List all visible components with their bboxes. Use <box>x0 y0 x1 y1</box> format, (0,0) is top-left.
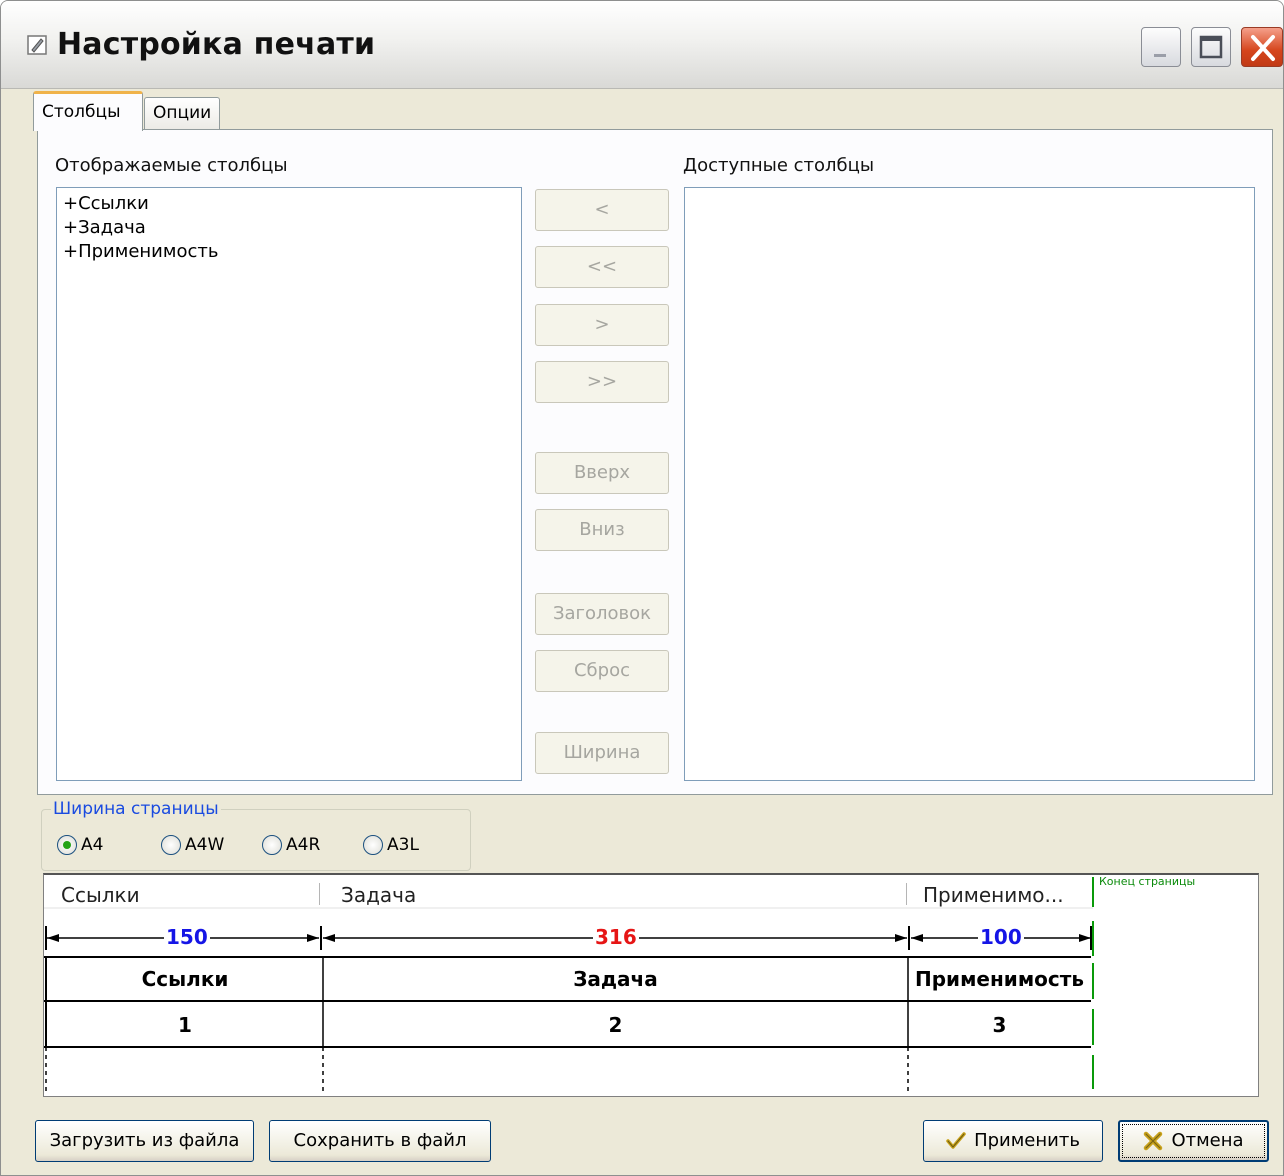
table-cell: 2 <box>608 1013 623 1037</box>
x-icon <box>1144 1131 1163 1151</box>
print-settings-dialog: Настройка печати Столбцы Опции Отображае… <box>0 0 1284 1176</box>
load-from-file-label: Загрузить из файла <box>49 1130 240 1151</box>
table-cell: 1 <box>178 1013 192 1037</box>
cancel-label: Отмена <box>1171 1130 1244 1151</box>
table-header-cell: Ссылки <box>141 967 229 991</box>
save-to-file-label: Сохранить в файл <box>293 1130 467 1151</box>
table-header-cell: Задача <box>573 967 658 991</box>
checkmark-icon <box>946 1132 966 1149</box>
apply-button[interactable]: Применить <box>923 1120 1103 1162</box>
cancel-button[interactable]: Отмена <box>1118 1120 1269 1162</box>
width-value-task[interactable]: 316 <box>593 925 639 949</box>
table-header-cell: Применимость <box>915 967 1084 991</box>
preview-drawing <box>44 877 1094 1095</box>
tab-columns[interactable]: Столбцы <box>33 91 143 131</box>
width-value-links[interactable]: 150 <box>164 925 210 949</box>
width-value-applicability[interactable]: 100 <box>978 925 1024 949</box>
table-cell: 3 <box>992 1013 1007 1037</box>
save-to-file-button[interactable]: Сохранить в файл <box>269 1120 491 1162</box>
apply-label: Применить <box>974 1130 1080 1151</box>
load-from-file-button[interactable]: Загрузить из файла <box>35 1120 254 1162</box>
